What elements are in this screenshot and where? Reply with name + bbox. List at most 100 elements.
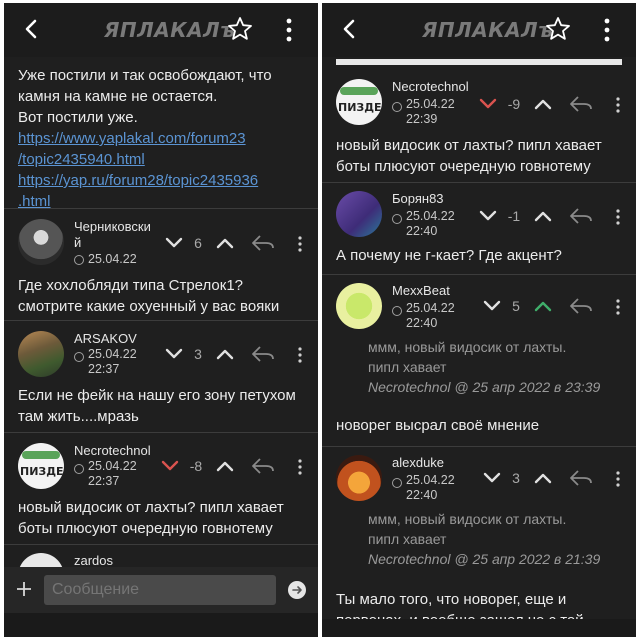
reply-arrow-icon[interactable] (250, 345, 276, 363)
username[interactable]: Necrotechnol (74, 443, 151, 459)
avatar[interactable] (18, 331, 64, 377)
back-arrow-icon[interactable] (336, 15, 364, 43)
clock-icon (74, 352, 84, 362)
username[interactable]: Necrotechnol (392, 79, 469, 95)
post-continued: Уже постили и так освобождают, что камня… (4, 57, 318, 212)
star-icon[interactable] (545, 16, 571, 42)
comment-item: Черниковски й 25.04.22 6 Где хохлобляди т… (4, 209, 318, 321)
comment-item: ARSAKOV 25.04.22 22:37 3 Если не фейк на… (4, 321, 318, 433)
post-link[interactable]: https://yap.ru/forum28/topic2435936 (18, 170, 308, 191)
chevron-down-icon[interactable] (482, 471, 502, 485)
clock-icon (74, 255, 84, 265)
comment-text: Где хохлобляди типа Стрелок1? смотрите ка… (18, 277, 280, 315)
reply-arrow-icon[interactable] (568, 207, 594, 225)
post-time: 22:40 (406, 488, 438, 502)
reply-arrow-icon[interactable] (250, 234, 276, 252)
chevron-down-icon[interactable] (482, 299, 502, 313)
username[interactable]: Черниковски й (74, 219, 151, 251)
post-time: 22:37 (88, 362, 120, 376)
more-icon[interactable] (297, 346, 303, 364)
post-time: 22:37 (88, 474, 120, 488)
system-nav-bar (322, 619, 636, 637)
kebab-menu-icon[interactable] (602, 17, 612, 43)
avatar[interactable] (18, 219, 64, 265)
comment-item: alexduke 25.04.22 22:40 3 ммм, новый вид… (322, 447, 636, 637)
vote-score: 3 (512, 470, 520, 486)
clock-icon (392, 102, 402, 112)
chevron-down-icon[interactable] (478, 209, 498, 223)
post-date: 25.04.22 (406, 301, 455, 315)
avatar[interactable]: ПИЗДЕЦ (336, 79, 382, 125)
quote-source: Necrotechnol @ 25 апр 2022 в 21:39 (368, 551, 601, 567)
post-date: 25.04.22 (88, 347, 137, 361)
left-screen: ЯПЛАКАЛъ Уже постили и так освобождают, … (4, 3, 318, 637)
avatar[interactable] (336, 283, 382, 329)
back-arrow-icon[interactable] (18, 15, 46, 43)
chevron-down-icon[interactable] (160, 459, 180, 473)
chevron-up-icon[interactable] (533, 97, 553, 111)
comment-text: А почему не г-кает? Где акцент? (336, 247, 562, 264)
vote-score: 6 (194, 235, 202, 251)
app-logo[interactable]: ЯПЛАКАЛъ (422, 18, 554, 42)
reply-arrow-icon[interactable] (568, 469, 594, 487)
quote-source-user[interactable]: Necrotechnol (368, 551, 451, 567)
clock-icon (392, 478, 402, 488)
comment-item: MexxBeat 25.04.22 22:40 5 ммм, новый вид… (322, 275, 636, 447)
avatar[interactable] (336, 455, 382, 501)
top-app-bar: ЯПЛАКАЛъ (322, 3, 636, 57)
quoted-text: ммм, новый видосик от лахты. пипл хавает (368, 339, 567, 375)
reply-arrow-icon[interactable] (568, 95, 594, 113)
comment-text: новорег высрал своё мнение (336, 417, 540, 434)
clock-icon (392, 306, 402, 316)
quoted-text: ммм, новый видосик от лахты. пипл хавает (368, 511, 567, 547)
more-icon[interactable] (615, 470, 621, 488)
reply-arrow-icon[interactable] (250, 457, 276, 475)
avatar[interactable]: ПИЗДЕЦ (18, 443, 64, 489)
username[interactable]: MexxBeat (392, 283, 450, 299)
vote-score: -9 (507, 96, 521, 112)
kebab-menu-icon[interactable] (284, 17, 294, 43)
message-input[interactable] (44, 575, 276, 605)
username[interactable]: ARSAKOV (74, 331, 137, 347)
quote-source-user[interactable]: Necrotechnol (368, 379, 451, 395)
post-time: 22:40 (406, 316, 438, 330)
post-text: Уже постили и так освобождают, что камня… (18, 65, 308, 212)
more-icon[interactable] (615, 96, 621, 114)
username[interactable]: Борян83 (392, 191, 444, 207)
comment-text: новый видосик от лахты? пипл хавает боты … (336, 137, 602, 175)
clock-icon (392, 214, 402, 224)
star-icon[interactable] (227, 16, 253, 42)
post-link[interactable]: https://www.yaplakal.com/forum23 (18, 128, 308, 149)
vote-score: -1 (507, 208, 521, 224)
text-line: Вот постили уже. (18, 109, 138, 126)
progress-strip (336, 59, 622, 65)
app-logo[interactable]: ЯПЛАКАЛъ (104, 18, 236, 42)
chevron-up-icon[interactable] (533, 471, 553, 485)
text-line: камня на камне не остается. (18, 88, 218, 105)
more-icon[interactable] (615, 208, 621, 226)
more-icon[interactable] (297, 235, 303, 253)
message-composer (4, 567, 318, 637)
chevron-up-icon[interactable] (215, 347, 235, 361)
plus-icon[interactable] (16, 581, 32, 597)
vote-score: 3 (194, 346, 202, 362)
chevron-up-icon[interactable] (215, 236, 235, 250)
clock-icon (74, 464, 84, 474)
more-icon[interactable] (615, 298, 621, 316)
more-icon[interactable] (297, 458, 303, 476)
comment-text: Если не фейк на нашу его зону петухом там… (18, 387, 296, 425)
chevron-up-icon[interactable] (533, 299, 553, 313)
chevron-up-icon[interactable] (533, 209, 553, 223)
send-icon[interactable] (288, 581, 306, 599)
chevron-up-icon[interactable] (215, 459, 235, 473)
chevron-down-icon[interactable] (164, 236, 184, 250)
avatar[interactable] (336, 191, 382, 237)
top-app-bar: ЯПЛАКАЛъ (4, 3, 318, 57)
chevron-down-icon[interactable] (478, 97, 498, 111)
post-link[interactable]: /topic2435940.html (18, 149, 308, 170)
username[interactable]: alexduke (392, 455, 444, 471)
chevron-down-icon[interactable] (164, 347, 184, 361)
reply-arrow-icon[interactable] (568, 297, 594, 315)
post-date: 25.04.22 (88, 252, 137, 266)
comment-item: ПИЗДЕЦ Necrotechnol 25.04.22 22:37 -8 но… (4, 433, 318, 545)
